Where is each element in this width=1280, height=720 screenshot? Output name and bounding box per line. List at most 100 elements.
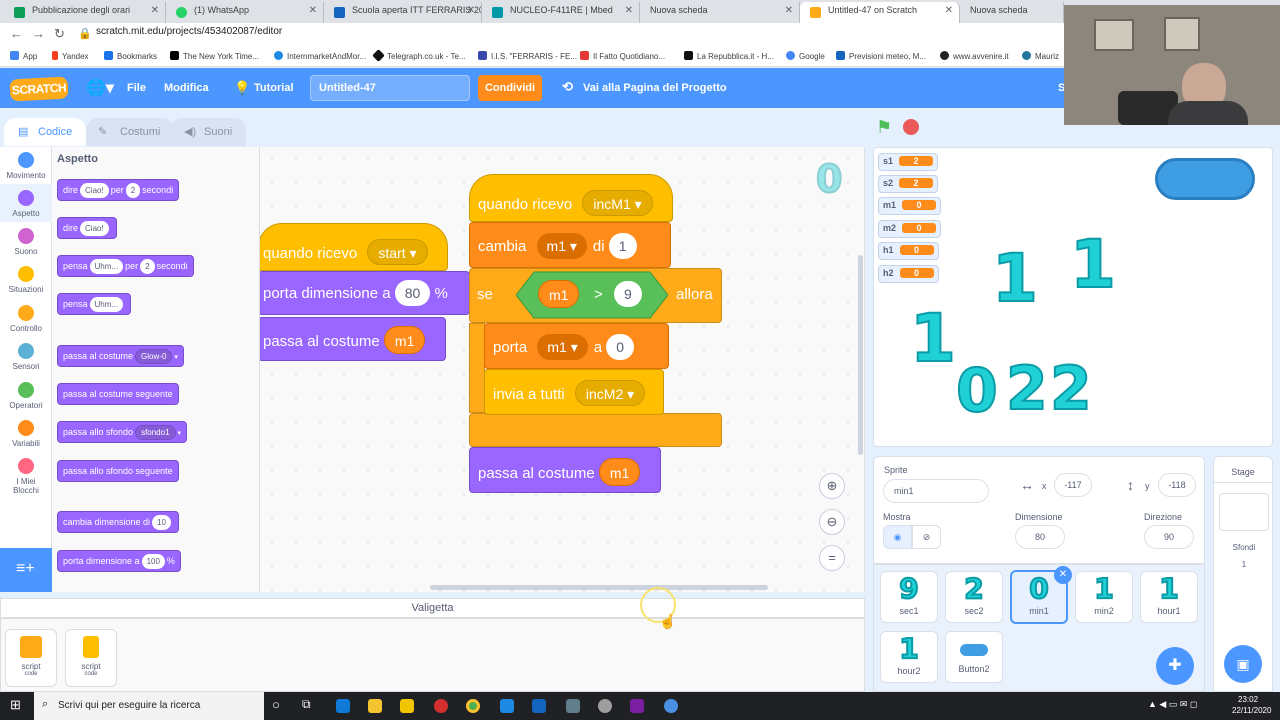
backpack-item[interactable]: script code	[65, 629, 117, 687]
sprite-thumb-min2[interactable]: 1 min2	[1075, 571, 1133, 623]
switch-costume-block[interactable]: passa al costume Glow-0 ▾	[57, 345, 184, 367]
edit-menu[interactable]: Modifica	[164, 82, 209, 94]
bookmark-item[interactable]: App	[10, 51, 37, 61]
windows-start-icon[interactable]: ⊞	[10, 697, 21, 713]
add-backdrop-button[interactable]: ▣	[1224, 645, 1262, 683]
when-receive-start-block[interactable]: quando ricevo start ▾	[260, 223, 448, 271]
y-position-input[interactable]: -118	[1158, 473, 1196, 497]
hour-digit-sprite[interactable]: 1	[991, 239, 1039, 318]
project-title-input[interactable]: Untitled-47	[310, 75, 470, 101]
close-tab-icon[interactable]: ✕	[151, 5, 159, 16]
close-tab-icon[interactable]: ✕	[625, 5, 633, 16]
category-looks[interactable]: Aspetto	[0, 190, 52, 218]
browser-tab-active[interactable]: Untitled-47 on Scratch ✕	[800, 2, 960, 23]
tutorial-menu[interactable]: Tutorial	[254, 82, 294, 94]
show-sprite-toggle[interactable]: ◉	[883, 525, 912, 549]
browser-tab[interactable]: NUCLEO-F411RE | Mbed ✕	[482, 2, 640, 23]
browser-tab[interactable]: (1) WhatsApp ✕	[166, 2, 324, 23]
bookmark-item[interactable]: www.avvenire.it	[940, 51, 1009, 61]
bookmark-item[interactable]: InternmarketAndMor...	[274, 51, 366, 61]
back-icon[interactable]: ←	[10, 26, 23, 41]
bookmark-item[interactable]: Bookmarks	[104, 51, 157, 61]
switch-costume-block[interactable]: passa al costume m1	[260, 317, 446, 361]
say-block[interactable]: dire Ciao!	[57, 217, 117, 239]
broadcast-block[interactable]: invia a tutti incM2 ▾	[484, 369, 664, 415]
sprite-thumb-min1[interactable]: 0 min1 ✕	[1010, 566, 1072, 624]
say-for-block[interactable]: dire Ciao! per 2 secondi	[57, 179, 180, 201]
set-variable-block[interactable]: porta m1 ▾ a 0	[484, 323, 669, 369]
sprite-name-input[interactable]: min1	[883, 479, 989, 503]
category-sensing[interactable]: Sensori	[0, 343, 52, 371]
category-motion[interactable]: Movimento	[0, 152, 52, 180]
bookmark-item[interactable]: Previsioni meteo, M...	[836, 51, 926, 61]
bookmark-item[interactable]: Yandex	[52, 51, 89, 61]
app-icon[interactable]	[500, 699, 514, 713]
category-my-blocks[interactable]: I Miei Blocchi	[0, 458, 52, 495]
category-sound[interactable]: Suono	[0, 228, 52, 256]
share-button[interactable]: Condividi	[478, 75, 542, 101]
bookmark-item[interactable]: The New York Time...	[170, 51, 259, 61]
bookmark-item[interactable]: La Repubblica.it - H...	[684, 51, 774, 61]
greater-than-operator[interactable]: m1 > 9	[516, 271, 668, 319]
button-sprite[interactable]	[1155, 158, 1255, 200]
system-tray-icons[interactable]: ▲ ◀ ▭ ✉ ◻	[1148, 699, 1197, 710]
set-size-block[interactable]: porta dimensione a 100%	[57, 550, 181, 572]
direction-input[interactable]: 90	[1144, 525, 1194, 549]
close-tab-icon[interactable]: ✕	[309, 5, 317, 16]
zoom-out-button[interactable]: ⊖	[819, 509, 845, 535]
minute-digit-sprite[interactable]: 1	[1069, 225, 1117, 304]
browser-tab[interactable]: Nuova scheda	[960, 2, 1064, 23]
tab-code[interactable]: ▤ Codice	[4, 118, 87, 146]
onenote-icon[interactable]	[630, 699, 644, 713]
sprite-thumb-button2[interactable]: Button2	[945, 631, 1003, 683]
sprite-thumb-hour2[interactable]: 1 hour2	[880, 631, 938, 683]
change-variable-block[interactable]: cambia m1 ▾ di 1	[469, 222, 671, 268]
sprite-thumb-sec2[interactable]: 2 sec2	[945, 571, 1003, 623]
edge-icon[interactable]	[336, 699, 350, 713]
delete-sprite-icon[interactable]: ✕	[1054, 566, 1072, 584]
chrome-icon[interactable]	[466, 699, 480, 713]
forward-icon[interactable]: →	[32, 26, 45, 41]
x-position-input[interactable]: -117	[1054, 473, 1092, 497]
browser-tab[interactable]: Pubblicazione degli orari ✕	[4, 2, 166, 23]
zoom-reset-button[interactable]: =	[819, 545, 845, 571]
backdrop-thumbnail[interactable]	[1219, 493, 1269, 531]
second-digit-sprite[interactable]: 2	[1049, 353, 1093, 425]
switch-backdrop-block[interactable]: passa allo sfondo sfondo1 ▾	[57, 421, 188, 443]
taskbar-search-input[interactable]: ⌕ Scrivi qui per eseguire la ricerca	[34, 692, 264, 720]
clock-date[interactable]: 22/11/2020	[1232, 706, 1271, 715]
close-tab-icon[interactable]: ✕	[785, 5, 793, 16]
minute-digit-sprite[interactable]: 0	[955, 355, 999, 427]
category-events[interactable]: Situazioni	[0, 266, 52, 294]
think-for-block[interactable]: pensa Uhm... per 2 secondi	[57, 255, 194, 277]
tab-sounds[interactable]: ◀) Suoni	[170, 118, 247, 146]
set-size-block[interactable]: porta dimensione a 80 %	[260, 271, 470, 315]
settings-icon[interactable]	[598, 699, 612, 713]
browser-tab[interactable]: Scuola aperta ITT FERRARIS 20/2 ✕	[324, 2, 482, 23]
category-variables[interactable]: Variabili	[0, 420, 52, 448]
cortana-icon[interactable]: ○	[272, 697, 280, 712]
file-explorer-icon[interactable]	[368, 699, 382, 713]
second-digit-sprite[interactable]: 2	[1005, 353, 1049, 425]
when-receive-incm1-block[interactable]: quando ricevo incM1 ▾	[469, 174, 673, 222]
hour-digit-sprite[interactable]: 1	[909, 299, 957, 378]
switch-costume-block[interactable]: passa al costume m1	[469, 447, 661, 493]
stop-icon[interactable]	[903, 119, 919, 135]
add-extension-button[interactable]: ≡+	[0, 548, 52, 592]
close-tab-icon[interactable]: ✕	[467, 5, 475, 16]
calculator-icon[interactable]	[566, 699, 580, 713]
sprite-thumb-sec1[interactable]: 9 sec1	[880, 571, 938, 623]
category-control[interactable]: Controllo	[0, 305, 52, 333]
project-page-button[interactable]: Vai alla Pagina del Progetto	[583, 82, 727, 94]
tab-costumes[interactable]: ✎ Costumi	[86, 118, 175, 146]
sprite-thumb-hour1[interactable]: 1 hour1	[1140, 571, 1198, 623]
reload-icon[interactable]: ↻	[54, 26, 65, 42]
backpack-item[interactable]: script code	[5, 629, 57, 687]
zoom-in-button[interactable]: ⊕	[819, 473, 845, 499]
hide-sprite-toggle[interactable]: ⊘	[912, 525, 941, 549]
next-backdrop-block[interactable]: passa allo sfondo seguente	[57, 460, 179, 482]
browser-tab[interactable]: Nuova scheda ✕	[640, 2, 800, 23]
task-view-icon[interactable]: ⧉	[302, 697, 311, 712]
change-size-block[interactable]: cambia dimensione di 10	[57, 511, 179, 533]
bookmark-item[interactable]: Telegraph.co.uk - Te...	[372, 49, 466, 62]
